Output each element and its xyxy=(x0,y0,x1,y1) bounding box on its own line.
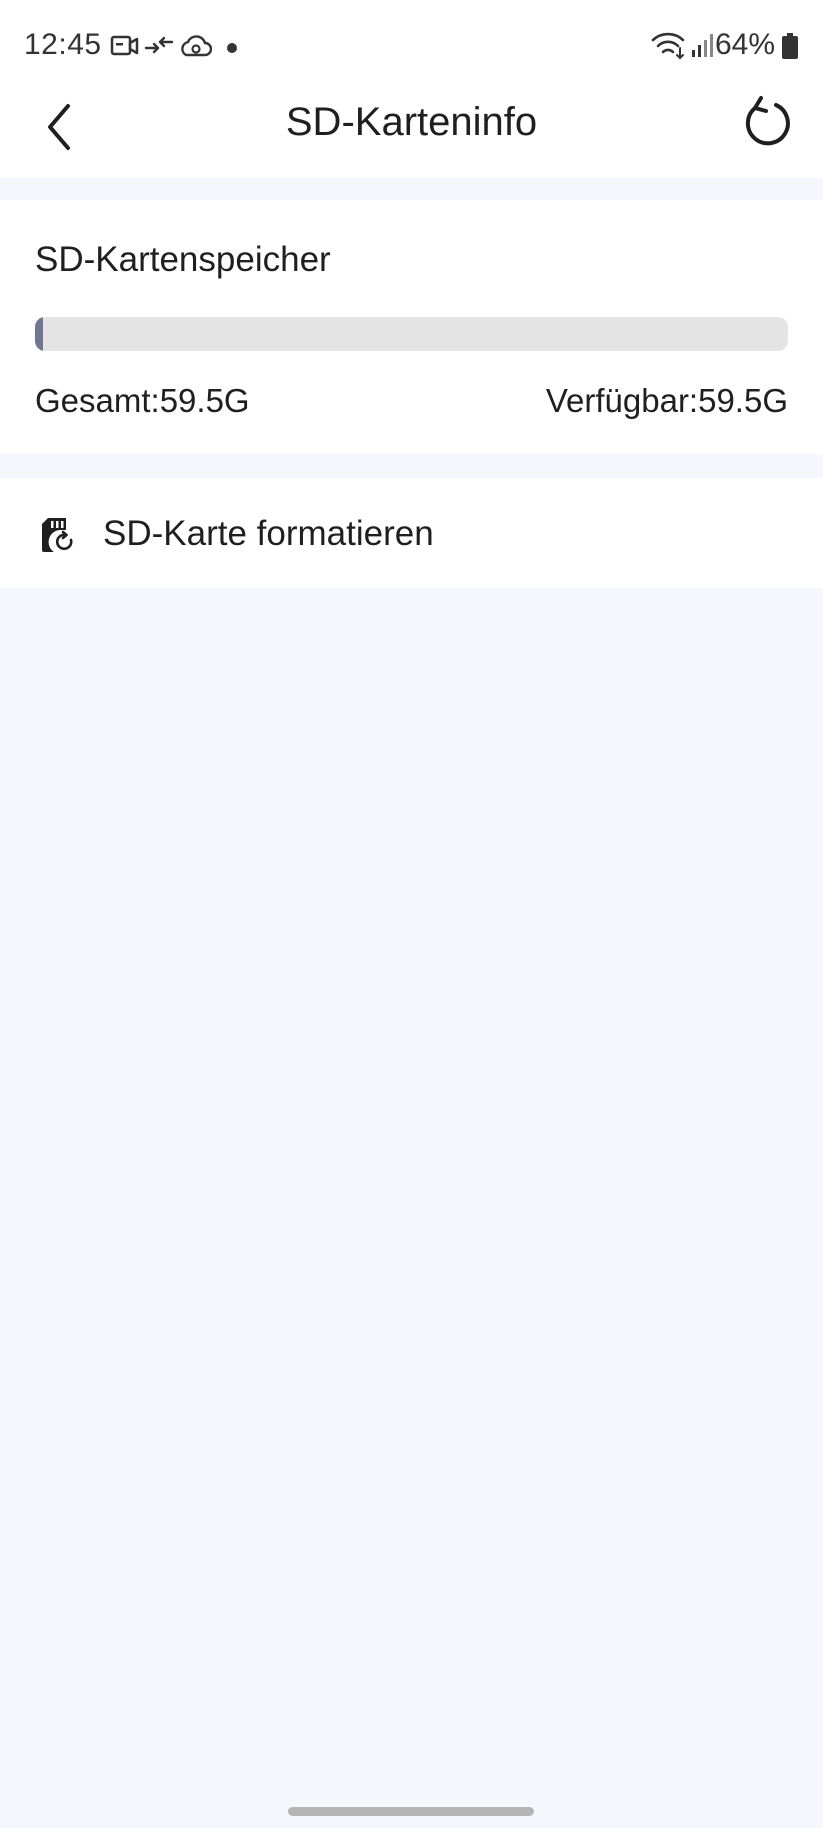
battery-percent: 64% xyxy=(714,28,775,61)
storage-card: SD-Kartenspeicher Gesamt:59.5G Verfügbar… xyxy=(0,200,823,454)
storage-title: SD-Kartenspeicher xyxy=(35,240,331,279)
format-sd-card-button[interactable]: SD-Karte formatieren xyxy=(0,478,823,588)
available-storage-label: Verfügbar:59.5G xyxy=(545,382,788,419)
status-time: 12:45 xyxy=(24,28,102,61)
total-storage-label: Gesamt:59.5G xyxy=(35,382,250,419)
data-transfer-icon xyxy=(144,36,174,54)
video-camera-icon xyxy=(110,35,139,56)
storage-progress-fill xyxy=(35,317,43,351)
battery-icon xyxy=(782,33,798,59)
wifi-icon xyxy=(651,32,685,60)
cloud-sync-icon xyxy=(181,35,212,57)
storage-progress-bar xyxy=(35,317,788,351)
app-header: SD-Karteninfo xyxy=(0,94,823,178)
format-sd-card-label: SD-Karte formatieren xyxy=(103,514,434,553)
status-bar: 12:45 64% xyxy=(0,0,823,94)
page-title: SD-Karteninfo xyxy=(285,100,538,144)
notification-dot-icon xyxy=(227,43,237,53)
signal-icon xyxy=(692,34,713,57)
sd-card-format-icon xyxy=(42,518,73,552)
refresh-icon[interactable] xyxy=(739,94,797,152)
home-indicator[interactable] xyxy=(288,1807,534,1816)
